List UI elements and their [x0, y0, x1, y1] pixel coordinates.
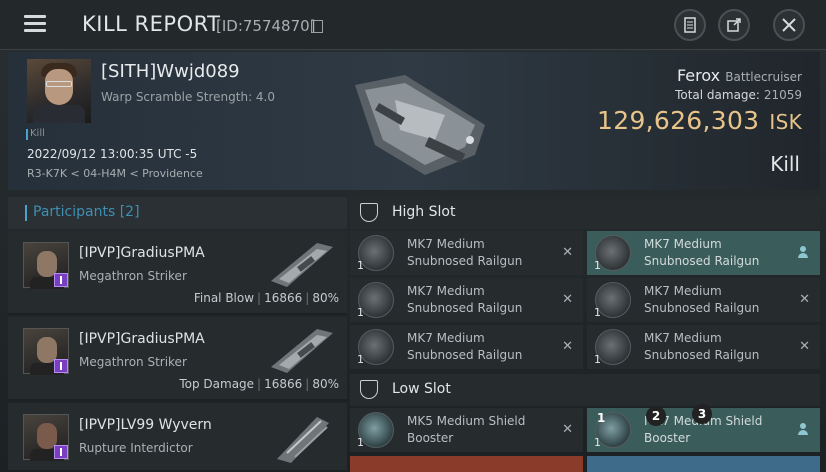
- destroyed-icon: ✕: [562, 292, 573, 307]
- victim-name[interactable]: [SITH]Wwjd089: [101, 61, 240, 82]
- dropped-person-icon: [798, 423, 808, 435]
- participant-badge-icon: [54, 445, 68, 459]
- participant-row[interactable]: [IPVP]GradiusPMA Megathron Striker Final…: [8, 231, 347, 315]
- participants-header[interactable]: Participants [2]: [8, 197, 347, 229]
- share-button[interactable]: [718, 9, 750, 41]
- participant-row[interactable]: [IPVP]GradiusPMA Megathron Striker Top D…: [8, 317, 347, 401]
- kill-location[interactable]: R3-K7K < 04-H4M < Providence: [27, 167, 203, 180]
- destroyed-icon: ✕: [562, 245, 573, 260]
- warp-scramble: Warp Scramble Strength: 4.0: [101, 90, 276, 104]
- participant-stat: Final Blow | 16866 | 80%: [193, 291, 339, 305]
- report-id: [ID:7574870]: [216, 17, 316, 35]
- total-damage: Total damage: 21059: [675, 88, 802, 102]
- overlay-number: 3: [692, 404, 712, 424]
- module-item[interactable]: 1 MK7 Medium Snubnosed Railgun ✕: [350, 231, 583, 275]
- participant-ship-image: [271, 243, 333, 287]
- kill-report-window: KILL REPORT [ID:7574870] [SITH]Wwjd089 W…: [0, 0, 826, 472]
- module-item-partial[interactable]: [587, 456, 820, 472]
- low-slot-header: Low Slot: [350, 374, 820, 406]
- module-item[interactable]: 1 MK7 Medium Snubnosed Railgun ✕: [587, 325, 820, 369]
- copy-icon[interactable]: [311, 20, 323, 33]
- destroyed-icon: ✕: [799, 292, 810, 307]
- participant-row[interactable]: [IPVP]LV99 Wyvern Rupture Interdictor: [8, 403, 347, 472]
- high-slot-icon: [360, 203, 378, 222]
- module-item[interactable]: 1 MK7 Medium Snubnosed Railgun ✕: [587, 278, 820, 322]
- dropped-person-icon: [798, 246, 808, 258]
- document-icon: [684, 17, 696, 33]
- victim-ship[interactable]: Ferox Battlecruiser: [677, 66, 802, 85]
- participant-badge-icon: [54, 273, 68, 287]
- title-bar: KILL REPORT [ID:7574870]: [0, 0, 826, 50]
- destroyed-icon: ✕: [562, 339, 573, 354]
- participant-badge-icon: [54, 359, 68, 373]
- kill-tag: Kill: [26, 128, 45, 140]
- module-item[interactable]: 1 MK5 Medium Shield Booster ✕: [350, 408, 583, 452]
- window-title: KILL REPORT: [82, 12, 221, 36]
- share-icon: [727, 18, 741, 32]
- overlay-number: 1: [597, 411, 606, 425]
- result-label: Kill: [770, 152, 800, 176]
- participant-ship-image: [277, 417, 329, 463]
- module-item[interactable]: 1 MK7 Medium Snubnosed Railgun ✕: [350, 278, 583, 322]
- high-slot-header: High Slot: [350, 197, 820, 229]
- participant-ship-image: [271, 329, 333, 373]
- module-item[interactable]: 1 MK7 Medium Snubnosed Railgun ✕: [350, 325, 583, 369]
- document-button[interactable]: [674, 9, 706, 41]
- victim-avatar[interactable]: [27, 59, 91, 123]
- close-icon: [782, 18, 796, 32]
- participant-stat: Top Damage | 16866 | 80%: [179, 377, 339, 391]
- menu-icon[interactable]: [22, 12, 50, 36]
- low-slot-icon: [360, 380, 378, 399]
- module-item-partial[interactable]: [350, 456, 583, 472]
- close-button[interactable]: [773, 9, 805, 41]
- destroyed-icon: ✕: [799, 339, 810, 354]
- victim-ship-image[interactable]: [335, 55, 505, 185]
- overlay-number: 2: [646, 406, 666, 426]
- destroyed-icon: ✕: [562, 422, 573, 437]
- isk-value: 129,626,303 ISK: [597, 106, 802, 135]
- module-item[interactable]: 1 MK7 Medium Snubnosed Railgun: [587, 231, 820, 275]
- kill-datetime: 2022/09/12 13:00:35 UTC -5: [27, 147, 198, 161]
